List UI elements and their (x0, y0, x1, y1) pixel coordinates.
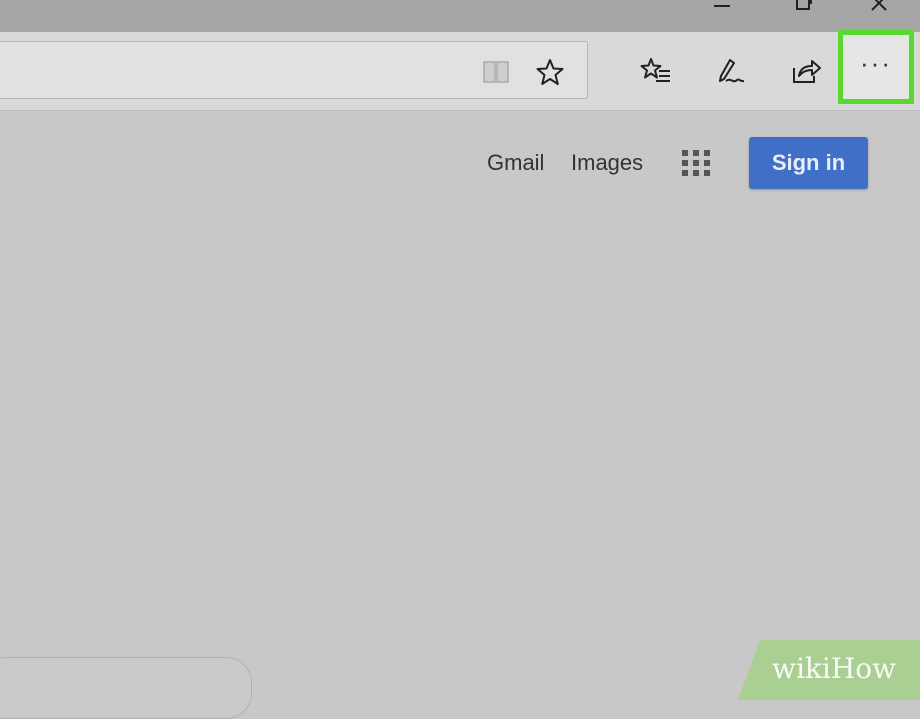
browser-toolbar (0, 32, 920, 111)
apps-grid-icon[interactable] (682, 150, 712, 178)
more-dots-icon: ··· (860, 48, 892, 78)
more-actions-button[interactable]: ··· (838, 30, 914, 104)
gmail-link[interactable]: Gmail (487, 150, 544, 176)
close-icon[interactable] (864, 0, 894, 16)
restore-icon[interactable] (786, 0, 816, 16)
images-link[interactable]: Images (571, 150, 643, 176)
sign-in-button[interactable]: Sign in (749, 137, 868, 189)
window-titlebar (0, 0, 920, 32)
web-notes-pen-icon[interactable] (716, 57, 746, 87)
favorite-star-icon[interactable] (536, 58, 564, 86)
wikihow-watermark: wikiHow (772, 652, 897, 685)
minimize-icon[interactable] (706, 0, 736, 16)
bottom-panel (0, 657, 252, 719)
reading-view-icon[interactable] (482, 58, 510, 84)
share-icon[interactable] (790, 56, 822, 86)
favorites-hub-icon[interactable] (640, 57, 672, 85)
